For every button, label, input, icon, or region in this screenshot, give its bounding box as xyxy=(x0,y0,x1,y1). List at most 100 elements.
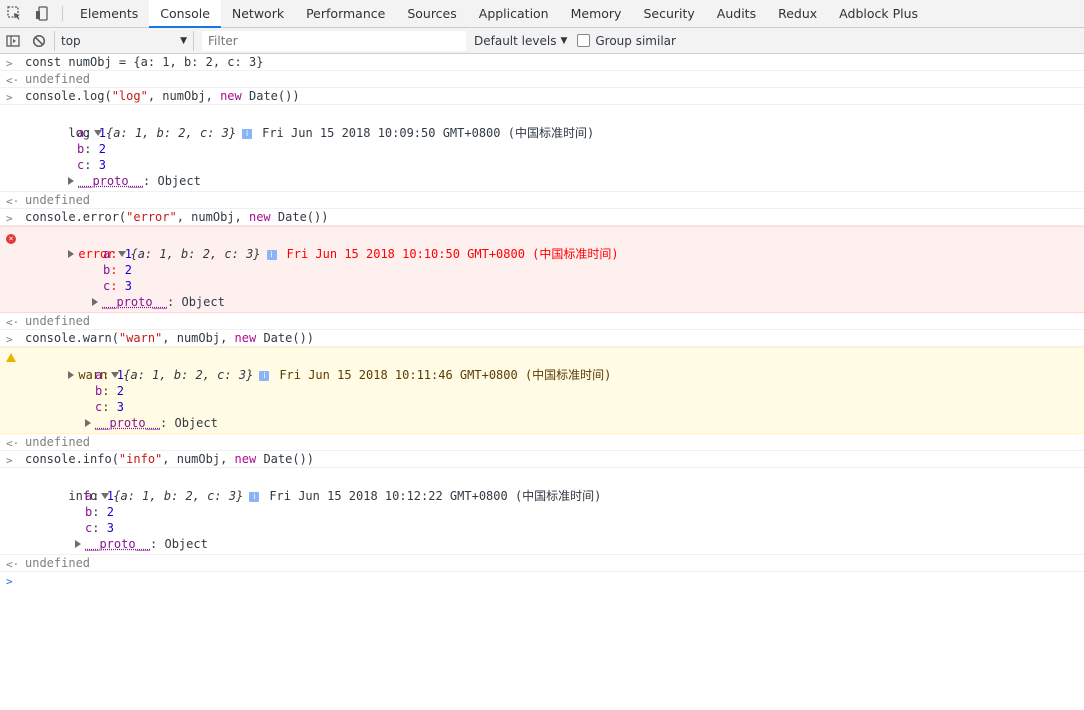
date-text: Fri Jun 15 2018 10:12:22 GMT+0800 (中国标准时… xyxy=(269,489,602,503)
console-input-row: > console.warn("warn", numObj, new Date(… xyxy=(0,330,1084,347)
warning-icon xyxy=(6,353,16,362)
filter-input[interactable] xyxy=(202,30,466,51)
tab-application[interactable]: Application xyxy=(468,0,560,27)
inspect-element-icon[interactable] xyxy=(0,0,28,27)
object-property: b: 2 xyxy=(85,505,114,519)
object-property: b: 2 xyxy=(103,263,132,277)
info-badge-icon[interactable]: i xyxy=(259,370,270,381)
object-property: c: 3 xyxy=(95,400,124,414)
tab-console[interactable]: Console xyxy=(149,0,221,28)
proto-property[interactable]: __proto__: Object xyxy=(0,536,1084,552)
console-input-row: > console.error("error", numObj, new Dat… xyxy=(0,209,1084,226)
console-prompt[interactable]: > xyxy=(0,572,1084,588)
date-text: Fri Jun 15 2018 10:10:50 GMT+0800 (中国标准时… xyxy=(286,247,619,261)
date-text: Fri Jun 15 2018 10:11:46 GMT+0800 (中国标准时… xyxy=(279,368,612,382)
object-property: c: 3 xyxy=(77,158,106,172)
group-similar-checkbox[interactable] xyxy=(577,34,591,47)
stack-expand-icon[interactable] xyxy=(68,371,75,379)
result-arrow-icon: <· xyxy=(6,74,20,87)
object-property: b: 2 xyxy=(77,142,106,156)
console-log-message: log {a: 1, b: 2, c: 3} i Fri Jun 15 2018 10… xyxy=(0,105,1084,192)
info-badge-icon[interactable]: i xyxy=(266,249,277,260)
proto-property[interactable]: __proto__: Object xyxy=(0,294,1084,310)
context-selector[interactable]: top ▼ xyxy=(54,30,194,51)
object-preview[interactable]: {a: 1, b: 2, c: 3} xyxy=(106,126,236,140)
stack-expand-icon[interactable] xyxy=(68,250,75,258)
tabbar-separator xyxy=(62,6,63,21)
info-badge-icon[interactable]: i xyxy=(249,491,260,502)
tab-redux[interactable]: Redux xyxy=(767,0,828,27)
console-warning-message: warn {a: 1, b: 2, c: 3} i Fri Jun 15 2018 1… xyxy=(0,347,1084,434)
console-result-row: <· undefined xyxy=(0,555,1084,572)
console-error-message: × error {a: 1, b: 2, c: 3} i Fri Jun 15 201… xyxy=(0,226,1084,313)
console-messages: > const numObj = {a: 1, b: 2, c: 3} <· u… xyxy=(0,54,1084,588)
object-preview[interactable]: {a: 1, b: 2, c: 3} xyxy=(113,489,243,503)
command-text: console.info("info", numObj, new Date()) xyxy=(25,452,315,466)
proto-property[interactable]: __proto__: Object xyxy=(0,415,1084,431)
tab-security[interactable]: Security xyxy=(632,0,705,27)
object-property: c: 3 xyxy=(85,521,114,535)
collapse-triangle-icon[interactable] xyxy=(68,177,74,185)
result-text: undefined xyxy=(25,435,91,449)
command-text: console.error("error", numObj, new Date(… xyxy=(25,210,329,224)
input-caret-icon: > xyxy=(6,333,13,346)
console-result-row: <· undefined xyxy=(0,71,1084,88)
console-input-row: > console.info("info", numObj, new Date(… xyxy=(0,451,1084,468)
proto-property[interactable]: __proto__: Object xyxy=(0,173,1084,189)
console-info-message: info {a: 1, b: 2, c: 3} i Fri Jun 15 2018 1… xyxy=(0,468,1084,555)
result-arrow-icon: <· xyxy=(6,195,20,208)
clear-console-button[interactable] xyxy=(26,28,52,54)
clear-icon xyxy=(32,34,46,47)
input-caret-icon: > xyxy=(6,57,13,70)
context-value: top xyxy=(61,33,81,48)
command-text: console.warn("warn", numObj, new Date()) xyxy=(25,331,315,345)
result-text: undefined xyxy=(25,193,91,207)
tab-adblock-plus[interactable]: Adblock Plus xyxy=(828,0,929,27)
input-caret-icon: > xyxy=(6,454,13,467)
input-caret-icon: > xyxy=(6,212,13,225)
log-levels-dropdown[interactable]: Default levels ▼ xyxy=(474,34,567,48)
collapse-triangle-icon[interactable] xyxy=(85,419,91,427)
result-text: undefined xyxy=(25,72,91,86)
prompt-caret-icon: > xyxy=(6,575,13,588)
object-property: c: 3 xyxy=(103,279,132,293)
input-caret-icon: > xyxy=(6,91,13,104)
group-similar-toggle[interactable]: Group similar xyxy=(577,34,676,48)
devtools-tabbar: Elements Console Network Performance Sou… xyxy=(0,0,1084,28)
console-result-row: <· undefined xyxy=(0,434,1084,451)
console-result-row: <· undefined xyxy=(0,192,1084,209)
collapse-triangle-icon[interactable] xyxy=(92,298,98,306)
tab-memory[interactable]: Memory xyxy=(560,0,633,27)
result-arrow-icon: <· xyxy=(6,437,20,450)
result-text: undefined xyxy=(25,556,91,570)
tab-elements[interactable]: Elements xyxy=(69,0,149,27)
group-similar-label: Group similar xyxy=(595,33,676,48)
tab-audits[interactable]: Audits xyxy=(706,0,767,27)
sidebar-toggle-icon xyxy=(6,34,20,47)
info-badge-icon[interactable]: i xyxy=(242,128,253,139)
result-arrow-icon: <· xyxy=(6,316,20,329)
command-text: console.log("log", numObj, new Date()) xyxy=(25,89,300,103)
object-preview[interactable]: {a: 1, b: 2, c: 3} xyxy=(123,368,253,382)
chevron-down-icon: ▼ xyxy=(560,35,568,46)
object-preview[interactable]: {a: 1, b: 2, c: 3} xyxy=(130,247,260,261)
console-input-row: > console.log("log", numObj, new Date()) xyxy=(0,88,1084,105)
date-text: Fri Jun 15 2018 10:09:50 GMT+0800 (中国标准时… xyxy=(262,126,595,140)
show-sidebar-button[interactable] xyxy=(0,28,26,54)
console-toolbar: top ▼ Default levels ▼ Group similar xyxy=(0,28,1084,54)
object-property: b: 2 xyxy=(95,384,124,398)
error-icon: × xyxy=(6,234,16,244)
log-levels-label: Default levels xyxy=(474,33,557,48)
collapse-triangle-icon[interactable] xyxy=(75,540,81,548)
tab-network[interactable]: Network xyxy=(221,0,295,27)
console-input-row: > const numObj = {a: 1, b: 2, c: 3} xyxy=(0,54,1084,71)
result-text: undefined xyxy=(25,314,91,328)
result-arrow-icon: <· xyxy=(6,558,20,571)
tab-performance[interactable]: Performance xyxy=(295,0,396,27)
prompt-input[interactable] xyxy=(0,572,1084,588)
tab-sources[interactable]: Sources xyxy=(396,0,467,27)
dropdown-arrow-icon: ▼ xyxy=(180,35,187,46)
command-text: const numObj = {a: 1, b: 2, c: 3} xyxy=(25,55,264,69)
console-result-row: <· undefined xyxy=(0,313,1084,330)
device-toolbar-icon[interactable] xyxy=(28,0,56,27)
